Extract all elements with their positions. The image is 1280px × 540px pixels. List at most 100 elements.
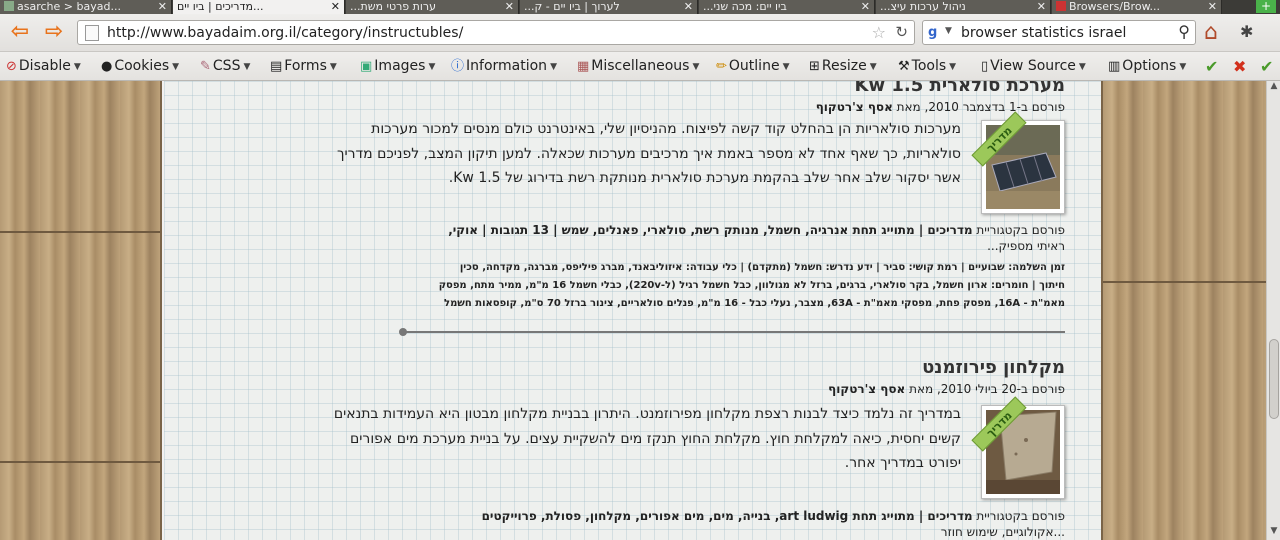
pencil-icon: ✏ [716,59,727,74]
css-menu[interactable]: ✎ CSS ▼ [200,58,250,75]
content-area: מערכת סולארית 1.5 Kw פורסם ב-1 בדצמבר 20… [164,81,1101,540]
info-icon: ⓘ [451,59,465,74]
menu-label: Forms [284,58,327,74]
post-title[interactable]: מערכת סולארית 1.5 Kw [215,81,1065,97]
scrollbar-thumb[interactable] [1269,339,1279,419]
post-categories: פורסם בקטגוריית מדריכים | מתוייג תחת art… [405,508,1065,540]
menu-label: Disable [18,58,71,74]
web-developer-toolbar: ⊘ Disable ▼ ● Cookies ▼ ✎ CSS ▼ ▤ Forms ▼ ▣ Image… [0,52,1280,81]
toolbox-icon: ▦ [577,59,590,74]
chevron-down-icon: ▼ [172,62,180,72]
outline-menu[interactable]: ✏ Outline ▼ [716,58,789,75]
information-menu[interactable]: ⓘ Information ▼ [451,58,557,75]
scroll-up-icon[interactable]: ▲ [1267,81,1280,95]
images-menu[interactable]: ▣ Images ▼ [360,58,435,75]
reload-icon[interactable]: ↻ [895,23,908,41]
miscellaneous-menu[interactable]: ▦ Miscellaneous ▼ [577,58,699,75]
chevron-down-icon: ▼ [428,62,436,72]
error-icon[interactable]: ✖ [1233,57,1246,76]
close-tab-icon[interactable]: ✕ [158,0,167,13]
url-bar[interactable]: http://www.bayadaim.org.il/category/inst… [77,20,915,45]
close-tab-icon[interactable]: ✕ [684,0,693,13]
post-date: פורסם ב-20 ביולי 2010, מאת [905,382,1065,396]
details-line: זמן השלמה: שבועיים | רמת קושי: סביר | יד… [459,262,1065,273]
category-links[interactable]: מדריכים | מתוייג תחת אנרגיה, חשמל, מנותק… [448,223,972,237]
validation-check-icon[interactable]: ✔ [1205,57,1218,76]
resize-menu[interactable]: ⊞ Resize ▼ [809,58,877,75]
chevron-down-icon: ▼ [1179,62,1187,72]
tab-strip: asarche > bayad... ✕ מדריכים | ביו יים...… [0,0,1280,14]
tab-5[interactable]: ...ביו יים: מכה שני ✕ [699,0,875,14]
tab-3[interactable]: ...ערות פרטי משת ✕ [346,0,519,14]
scroll-down-icon[interactable]: ▼ [1267,526,1280,540]
close-tab-icon[interactable]: ✕ [331,0,340,13]
menu-label: Outline [728,58,780,74]
view-source-menu[interactable]: ▯ View Source ▼ [981,58,1086,75]
tab-4[interactable]: ...לערוך | ביו יים - ק ✕ [520,0,698,14]
close-tab-icon[interactable]: ✕ [1037,0,1046,13]
post-title[interactable]: מקלחון פירוזמנט [215,357,1065,379]
tab-label: ...ביו יים: מכה שני [703,0,787,13]
close-tab-icon[interactable]: ✕ [505,0,514,13]
tab-label: מדריכים | ביו יים... [177,0,264,13]
cookies-menu[interactable]: ● Cookies ▼ [101,58,179,75]
search-icon[interactable]: ⚲ [1178,22,1190,41]
new-tab-button[interactable]: + [1256,0,1276,13]
tab-7[interactable]: Browsers/Brow... ✕ [1052,0,1222,14]
wood-border-right [1101,81,1266,540]
tab-6[interactable]: ...ניהול ערכות עיצ ✕ [876,0,1051,14]
post-categories: פורסם בקטגוריית מדריכים | מתוייג תחת אנר… [405,222,1065,254]
site-favicon-icon [4,1,14,11]
google-engine-icon[interactable]: g [928,25,944,41]
url-text[interactable]: http://www.bayadaim.org.il/category/inst… [107,25,463,41]
chevron-down-icon: ▼ [782,62,790,72]
page-icon [85,25,99,41]
category-prefix: פורסם בקטגוריית [972,223,1065,237]
post-author[interactable]: אסף צ'רטקוף [828,382,905,396]
bookmark-star-icon[interactable]: ☆ [872,23,886,42]
cookie-person-icon: ● [101,59,113,74]
post-meta: פורסם ב-20 ביולי 2010, מאת אסף צ'רטקוף [215,381,1065,397]
back-arrow-icon[interactable]: ⇦ [8,21,32,45]
css-check-icon[interactable]: ✔ [1260,57,1273,76]
post-thumbnail[interactable]: מדריך [971,111,1065,214]
bug-icon[interactable]: ✱ [1240,22,1253,41]
menu-label: View Source [990,58,1076,74]
forward-arrow-icon[interactable]: ⇨ [42,21,66,45]
post-thumbnail[interactable]: מדריך [971,396,1065,499]
post-date: פורסם ב-1 בדצמבר 2010, מאת [892,100,1065,114]
options-menu[interactable]: ▥ Options ▼ [1108,58,1186,75]
home-icon[interactable]: ⌂ [1204,20,1218,45]
post-divider [399,328,1065,336]
search-bar[interactable]: g ▼ browser statistics israel ⚲ [922,20,1196,45]
forms-menu[interactable]: ▤ Forms ▼ [270,58,337,75]
page-scrollbar[interactable]: ▲ ▼ [1266,81,1280,540]
css-wand-icon: ✎ [200,59,211,74]
search-input[interactable]: browser statistics israel [961,25,1126,41]
chevron-down-icon: ▼ [1078,62,1086,72]
options-icon: ▥ [1108,59,1121,74]
close-tab-icon[interactable]: ✕ [1208,0,1217,13]
tab-1[interactable]: asarche > bayad... ✕ [0,0,172,14]
post-shower: מקלחון פירוזמנט פורסם ב-20 ביולי 2010, מ… [215,357,1065,540]
disable-menu[interactable]: ⊘ Disable ▼ [6,58,81,75]
category-links-more[interactable]: ...אקולוגיים, שימוש חוזר [941,525,1065,539]
plank-divider [1103,281,1266,283]
close-tab-icon[interactable]: ✕ [861,0,870,13]
menu-label: Tools [911,58,947,74]
chevron-down-icon[interactable]: ▼ [945,26,952,36]
disable-icon: ⊘ [6,59,17,74]
forms-icon: ▤ [270,59,283,74]
category-prefix: פורסם בקטגוריית [972,509,1065,523]
post-excerpt: מערכות סולאריות הן בהחלט קוד קשה לפיצוח.… [336,121,961,186]
wood-border-left [0,81,162,540]
post-author[interactable]: אסף צ'רטקוף [816,100,893,114]
menu-label: Cookies [114,58,170,74]
tools-menu[interactable]: ⚒ Tools ▼ [898,58,956,75]
chevron-down-icon: ▼ [243,62,251,72]
document-icon: ▯ [981,59,989,74]
menu-label: Miscellaneous [591,58,690,74]
tab-2-active[interactable]: מדריכים | ביו יים... ✕ [173,0,345,14]
read-more-link[interactable]: ראיתי מספיק... [987,239,1065,253]
category-links[interactable]: מדריכים | מתוייג תחת art ludwig, בנייה, … [482,509,973,523]
